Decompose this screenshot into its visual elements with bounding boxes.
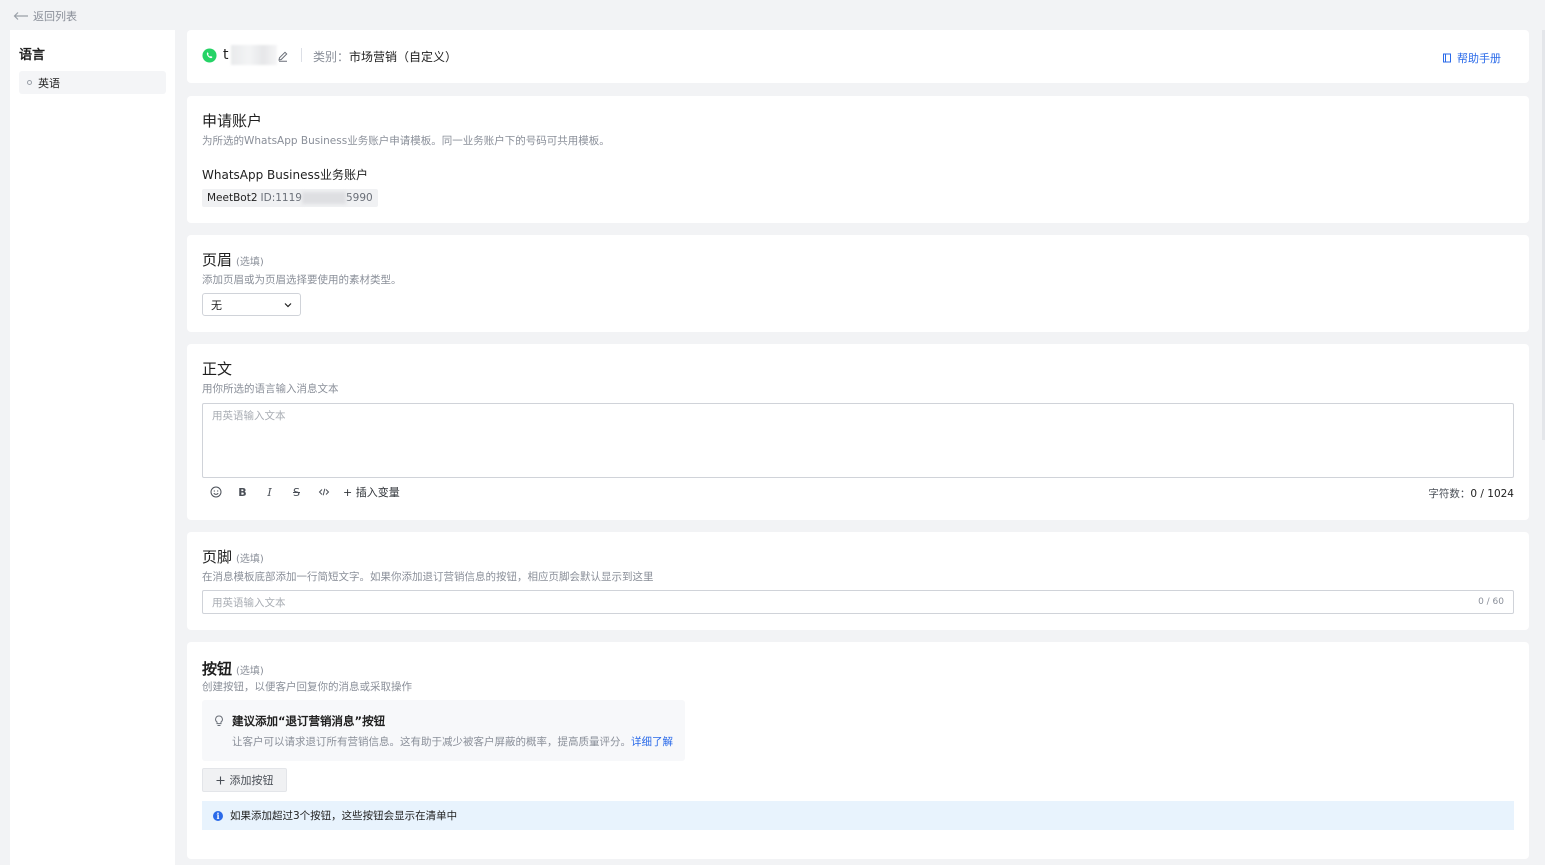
template-name: t — [223, 47, 229, 63]
body-section-description: 用你所选的语言输入消息文本 — [202, 383, 339, 395]
info-icon: i — [213, 810, 223, 821]
redacted-name — [231, 45, 277, 65]
unsubscribe-suggestion: 建议添加“退订营销消息”按钮 让客户可以请求退订所有营销信息。这有助于减少被客户… — [202, 700, 685, 761]
category-value: 市场营销（自定义） — [349, 50, 458, 64]
account-section-title: 申请账户 — [202, 112, 263, 130]
header-section-description: 添加页眉或为页眉选择要使用的素材类型。 — [202, 274, 402, 286]
chevron-down-icon — [284, 302, 292, 307]
account-section: 申请账户 为所选的WhatsApp Business业务账户申请模板。同一业务账… — [187, 96, 1529, 223]
strikethrough-button[interactable]: S — [283, 484, 310, 500]
footer-section-description: 在消息模板底部添加一行简短文字。如果你添加退订营销信息的按钮，相应页脚会默认显示… — [202, 571, 654, 583]
emoji-button[interactable] — [202, 484, 229, 500]
footer-section-title: 页脚 (选填) — [202, 548, 264, 566]
back-label: 返回列表 — [33, 10, 77, 23]
buttons-section-description: 创建按钮，以便客户回复你的消息或采取操作 — [202, 681, 412, 693]
arrow-left-icon — [13, 12, 28, 20]
optional-tag: (选填) — [236, 554, 264, 565]
category-label: 类别： — [313, 50, 350, 64]
header-type-select[interactable]: 无 — [202, 293, 301, 316]
footer-char-count: 0 / 60 — [1478, 597, 1504, 607]
header-section-title: 页眉 (选填) — [202, 251, 264, 269]
footer-section: 页脚 (选填) 在消息模板底部添加一行简短文字。如果你添加退订营销信息的按钮，相应… — [187, 532, 1529, 630]
account-id-prefix: ID:1119 — [260, 192, 302, 204]
lightbulb-icon — [215, 715, 223, 726]
body-section-title: 正文 — [202, 360, 233, 378]
sidebar-item-label: 英语 — [38, 76, 60, 90]
account-name: MeetBot2 — [207, 192, 258, 204]
plus-icon — [216, 776, 224, 784]
language-sidebar: 语言 英语 — [10, 30, 175, 865]
select-value: 无 — [211, 298, 222, 312]
edit-icon[interactable] — [277, 50, 289, 62]
formatting-toolbar: B I S + 插入变量 — [202, 484, 400, 500]
body-text-input[interactable]: 用英语输入文本 — [202, 403, 1514, 478]
body-section: 正文 用你所选的语言输入消息文本 用英语输入文本 B I S + 插入变量 字符… — [187, 344, 1529, 520]
account-id-suffix: 5990 — [345, 192, 373, 204]
insert-variable-button[interactable]: + 插入变量 — [343, 484, 400, 500]
whatsapp-icon — [202, 48, 217, 63]
footer-text-input[interactable]: 用英语输入文本 0 / 60 — [202, 590, 1514, 614]
sidebar-title: 语言 — [19, 48, 46, 63]
footer-placeholder: 用英语输入文本 — [212, 596, 286, 609]
divider — [301, 48, 302, 62]
book-icon — [1443, 53, 1451, 63]
code-icon — [318, 488, 329, 496]
italic-button[interactable]: I — [256, 484, 283, 500]
code-button[interactable] — [310, 484, 337, 500]
buttons-section: 按钮 (选填) 创建按钮，以便客户回复你的消息或采取操作 建议添加“退订营销消息”… — [187, 642, 1529, 859]
back-to-list-link[interactable]: 返回列表 — [13, 8, 77, 24]
learn-more-link[interactable]: 详细了解 — [631, 736, 673, 748]
char-count-value: 0 / 1024 — [1470, 488, 1514, 500]
notice-text: 如果添加超过3个按钮，这些按钮会显示在清单中 — [230, 810, 458, 822]
button-limit-notice: i 如果添加超过3个按钮，这些按钮会显示在清单中 — [202, 801, 1514, 830]
radio-dot-icon — [27, 80, 32, 85]
optional-tag: (选填) — [236, 257, 264, 268]
account-chip: MeetBot2 ID:1119 5990 — [202, 189, 378, 207]
account-section-description: 为所选的WhatsApp Business业务账户申请模板。同一业务账户下的号码… — [202, 135, 610, 147]
emoji-icon — [210, 486, 221, 498]
optional-tag: (选填) — [236, 666, 264, 677]
suggestion-title: 建议添加“退订营销消息”按钮 — [232, 714, 386, 728]
sidebar-item-english[interactable]: 英语 — [19, 71, 166, 94]
char-count: 字符数：0 / 1024 — [1428, 488, 1514, 500]
template-header-card: t 类别： 市场营销（自定义） 帮助手册 — [187, 30, 1529, 83]
buttons-section-title: 按钮 (选填) — [202, 660, 264, 678]
header-section: 页眉 (选填) 添加页眉或为页眉选择要使用的素材类型。 无 — [187, 235, 1529, 332]
suggestion-description: 让客户可以请求退订所有营销信息。这有助于减少被客户屏蔽的概率，提高质量评分。详细… — [232, 736, 673, 748]
account-label: WhatsApp Business业务账户 — [202, 168, 368, 182]
bold-button[interactable]: B — [229, 484, 256, 500]
redacted-id — [301, 192, 346, 204]
add-button-button[interactable]: 添加按钮 — [202, 768, 287, 792]
help-manual-link[interactable]: 帮助手册 — [1442, 50, 1501, 66]
help-label: 帮助手册 — [1457, 52, 1501, 65]
add-button-label: 添加按钮 — [229, 774, 274, 787]
